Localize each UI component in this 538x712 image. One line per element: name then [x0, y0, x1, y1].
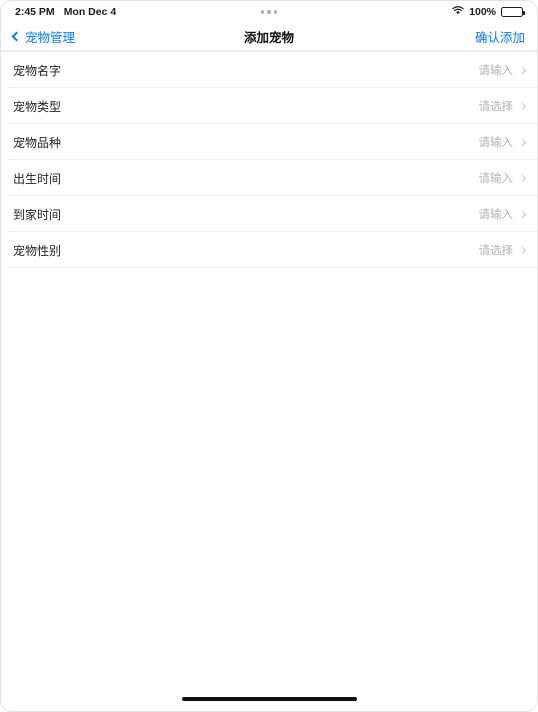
row-value: 请输入: [478, 209, 514, 221]
chevron-right-icon: [518, 246, 527, 254]
row-accessory: 请输入: [478, 134, 527, 150]
home-indicator-area: [1, 697, 537, 701]
navigation-bar: 宠物管理 添加宠物 确认添加: [1, 23, 537, 51]
chevron-right-icon: [518, 174, 527, 182]
chevron-left-icon: [11, 31, 22, 42]
back-button[interactable]: 宠物管理: [11, 27, 76, 46]
chevron-right-icon: [518, 210, 527, 218]
status-bar-time: 2:45 PM: [15, 6, 55, 18]
row-accessory: 请选择: [478, 242, 527, 258]
form-row-pet-breed[interactable]: 宠物品种 请输入: [1, 124, 537, 160]
row-value: 请输入: [478, 173, 514, 185]
row-value: 请输入: [478, 65, 514, 77]
multitasking-dots-icon[interactable]: [260, 10, 278, 14]
status-bar: 2:45 PM Mon Dec 4 100%: [1, 1, 537, 23]
app-window: 2:45 PM Mon Dec 4 100% 宠物管理 添加宠物 确认添加 宠物…: [0, 0, 538, 712]
row-label: 宠物品种: [13, 135, 62, 150]
status-bar-right: 100%: [452, 6, 525, 18]
row-accessory: 请选择: [478, 98, 527, 114]
pet-form-list: 宠物名字 请输入 宠物类型 请选择 宠物品种 请输入 出生时间 请输入 到家时间…: [1, 51, 537, 268]
row-label: 宠物性别: [13, 243, 62, 258]
chevron-right-icon: [518, 66, 527, 74]
form-row-birth-date[interactable]: 出生时间 请输入: [1, 160, 537, 196]
row-value: 请选择: [478, 245, 514, 257]
form-row-arrival-date[interactable]: 到家时间 请输入: [1, 196, 537, 232]
back-button-label: 宠物管理: [25, 31, 76, 45]
status-bar-date: Mon Dec 4: [63, 6, 117, 18]
chevron-right-icon: [518, 102, 527, 110]
form-row-pet-type[interactable]: 宠物类型 请选择: [1, 88, 537, 124]
row-accessory: 请输入: [478, 170, 527, 186]
status-bar-left: 2:45 PM Mon Dec 4: [15, 6, 116, 18]
home-indicator[interactable]: [181, 697, 357, 701]
row-value: 请选择: [478, 101, 514, 113]
row-label: 宠物类型: [13, 99, 62, 114]
row-accessory: 请输入: [478, 62, 527, 78]
page-title: 添加宠物: [243, 31, 294, 45]
row-accessory: 请输入: [478, 206, 527, 222]
row-label: 到家时间: [13, 207, 62, 222]
row-label: 宠物名字: [13, 63, 62, 78]
confirm-add-button[interactable]: 确认添加: [475, 27, 525, 46]
chevron-right-icon: [518, 138, 527, 146]
battery-full-icon: [501, 6, 525, 18]
form-row-pet-name[interactable]: 宠物名字 请输入: [1, 52, 537, 88]
form-row-pet-gender[interactable]: 宠物性别 请选择: [1, 232, 537, 268]
row-value: 请输入: [478, 137, 514, 149]
row-label: 出生时间: [13, 171, 62, 186]
wifi-icon: [452, 6, 464, 18]
battery-percent-label: 100%: [469, 6, 496, 18]
